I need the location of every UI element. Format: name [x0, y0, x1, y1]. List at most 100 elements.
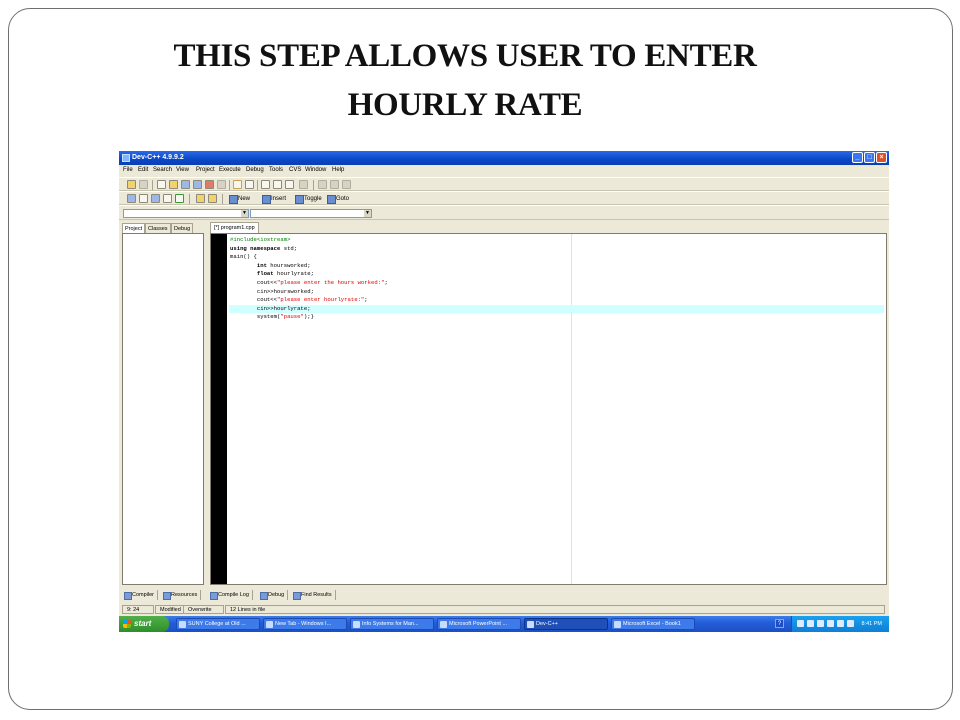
compile-run-icon[interactable]: [151, 194, 160, 203]
clean-icon[interactable]: [139, 180, 148, 189]
check-icon[interactable]: [175, 194, 184, 203]
tab-debug[interactable]: Debug: [171, 223, 194, 233]
statusbar: 9: 24 Modified Overwrite 12 Lines in fil…: [119, 603, 889, 615]
task-devcpp[interactable]: Dev-C++: [524, 618, 608, 630]
tab-classes[interactable]: Classes: [145, 223, 171, 233]
close-button[interactable]: ×: [876, 152, 887, 163]
windows-taskbar: start SUNY College at Old ... New Tab - …: [119, 616, 889, 632]
task-info-systems[interactable]: Info Systems for Man...: [350, 618, 434, 630]
task-excel[interactable]: Microsoft Excel - Book1: [611, 618, 695, 630]
start-button[interactable]: start: [119, 616, 169, 632]
task-new-tab[interactable]: New Tab - Windows I...: [263, 618, 347, 630]
goto-button[interactable]: Goto: [327, 194, 349, 204]
menu-file[interactable]: File: [123, 167, 133, 173]
menu-debug[interactable]: Debug: [246, 167, 264, 173]
tab-compiler[interactable]: Compiler: [122, 590, 159, 600]
class-browser-icon[interactable]: [342, 180, 351, 189]
menu-view[interactable]: View: [176, 167, 189, 173]
volume-icon[interactable]: [837, 620, 844, 627]
code-content[interactable]: #include<iostream> using namespace std; …: [229, 236, 886, 322]
maximize-button[interactable]: □: [864, 152, 875, 163]
help-icon[interactable]: [196, 194, 205, 203]
redo-icon[interactable]: [245, 180, 254, 189]
menu-edit[interactable]: Edit: [138, 167, 148, 173]
update-icon[interactable]: [827, 620, 834, 627]
code-editor[interactable]: #include<iostream> using namespace std; …: [210, 233, 887, 585]
tab-compile-log[interactable]: Compile Log: [208, 590, 253, 600]
task-suny[interactable]: SUNY College at Old ...: [176, 618, 260, 630]
chevron-down-icon: ▼: [364, 210, 371, 217]
code-line: float hourlyrate;: [256, 270, 314, 278]
insert-button[interactable]: Insert: [262, 194, 286, 204]
toolbar-classes: ▼ ▼: [119, 205, 889, 220]
edit-mode: Overwrite: [184, 605, 224, 614]
chevron-down-icon: ▼: [241, 210, 248, 217]
unindent-icon[interactable]: [330, 180, 339, 189]
close-file-icon[interactable]: [205, 180, 214, 189]
class-combo[interactable]: ▼: [123, 209, 249, 218]
security-icon[interactable]: [807, 620, 814, 627]
help-question-icon[interactable]: ?: [775, 619, 784, 628]
find-icon[interactable]: [261, 180, 270, 189]
save-icon[interactable]: [181, 180, 190, 189]
rebuild-icon[interactable]: [163, 194, 172, 203]
window-titlebar: Dev-C++ 4.9.9.2 _ □ ×: [119, 151, 889, 165]
output-tabs: Compiler Resources Compile Log Debug Fin…: [119, 589, 889, 601]
menu-help[interactable]: Help: [332, 167, 344, 173]
new-button[interactable]: New: [229, 194, 250, 204]
goto-line-icon[interactable]: [299, 180, 308, 189]
print-icon[interactable]: [217, 180, 226, 189]
messenger-icon[interactable]: [847, 620, 854, 627]
menu-project[interactable]: Project: [196, 167, 215, 173]
toolbar-main: [119, 177, 889, 191]
editor-gutter: [211, 234, 227, 584]
tab-debug-output[interactable]: Debug: [258, 590, 289, 600]
slide-title-line2: HOURLY RATE: [347, 87, 583, 123]
modified-status: Modified: [155, 605, 184, 614]
undo-icon[interactable]: [233, 180, 242, 189]
new-file-icon[interactable]: [157, 180, 166, 189]
menu-window[interactable]: Window: [305, 167, 326, 173]
cursor-position: 9: 24: [122, 605, 154, 614]
devcpp-screenshot: Dev-C++ 4.9.9.2 _ □ × File Edit Search V…: [119, 151, 889, 632]
member-combo[interactable]: ▼: [250, 209, 372, 218]
devcpp-app-icon: [122, 154, 130, 162]
menu-execute[interactable]: Execute: [219, 167, 241, 173]
clock: 8:41 PM: [861, 621, 882, 627]
project-panel[interactable]: [122, 233, 204, 585]
menu-cvs[interactable]: CVS: [289, 167, 301, 173]
menu-tools[interactable]: Tools: [269, 167, 283, 173]
task-powerpoint[interactable]: Microsoft PowerPoint ...: [437, 618, 521, 630]
code-line: int hoursworked;: [256, 261, 311, 269]
replace-icon[interactable]: [273, 180, 282, 189]
slide-title-line1: THIS STEP ALLOWS USER TO ENTER: [173, 38, 757, 74]
about-icon[interactable]: [208, 194, 217, 203]
menu-search[interactable]: Search: [153, 167, 172, 173]
code-line: cin>>hoursworked;: [256, 287, 314, 295]
find-next-icon[interactable]: [285, 180, 294, 189]
tab-find-results[interactable]: Find Results: [291, 590, 336, 600]
code-line: cout<<"please enter the hours worked:";: [256, 278, 388, 286]
line-count: 12 Lines in file: [225, 605, 885, 614]
code-line: main() {: [230, 253, 257, 261]
save-all-icon[interactable]: [193, 180, 202, 189]
antivirus-icon[interactable]: [817, 620, 824, 627]
network-icon[interactable]: [797, 620, 804, 627]
menubar: File Edit Search View Project Execute De…: [119, 165, 889, 176]
tab-project[interactable]: Project: [122, 223, 146, 233]
tab-resources[interactable]: Resources: [161, 590, 202, 600]
windows-logo-icon: [123, 620, 131, 628]
code-line: cout<<"please enter hourlyrate:";: [256, 296, 368, 304]
window-title: Dev-C++ 4.9.9.2: [132, 154, 184, 161]
toggle-button[interactable]: Toggle: [295, 194, 322, 204]
minimize-button[interactable]: _: [852, 152, 863, 163]
toolbar-secondary: New Insert Toggle Goto: [119, 191, 889, 205]
code-line-current: cin>>hourlyrate;: [229, 304, 884, 314]
indent-icon[interactable]: [318, 180, 327, 189]
compile-icon[interactable]: [127, 194, 136, 203]
open-file-icon[interactable]: [169, 180, 178, 189]
run-icon[interactable]: [139, 194, 148, 203]
tab-program1-cpp[interactable]: [*] program1.cpp: [210, 222, 259, 233]
open-project-icon[interactable]: [127, 180, 136, 189]
code-line: system("pause");}: [256, 313, 314, 321]
